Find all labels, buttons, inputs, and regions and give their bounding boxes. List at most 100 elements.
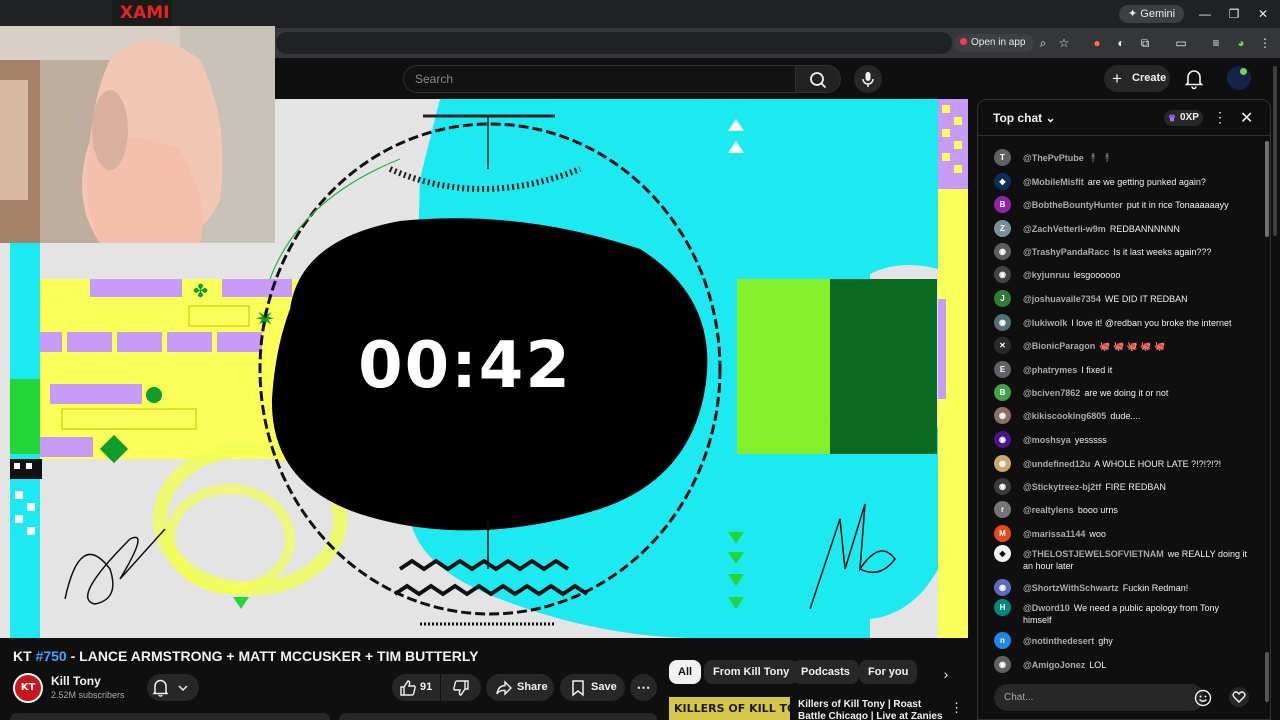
zoom-icon[interactable]: ⌕ xyxy=(1033,33,1053,53)
chat-author-avatar[interactable]: ◉ xyxy=(994,243,1011,260)
save-button[interactable]: Save xyxy=(560,674,625,701)
chat-menu-icon[interactable]: ⋮ xyxy=(1213,109,1227,126)
chat-author-avatar[interactable]: ◉ xyxy=(994,579,1011,596)
chat-author-avatar[interactable]: T xyxy=(994,149,1011,166)
chat-author-avatar[interactable]: B xyxy=(994,196,1011,213)
chat-author-name[interactable]: @joshuavaile7354 xyxy=(1023,294,1101,304)
chat-author-avatar[interactable]: ◉ xyxy=(994,266,1011,283)
bookmark-star-icon[interactable]: ☆ xyxy=(1054,33,1074,53)
chat-author-avatar[interactable]: ◉ xyxy=(994,478,1011,495)
chat-author-avatar[interactable]: ◉ xyxy=(994,431,1011,448)
extensions-puzzle-icon[interactable]: ⧉ xyxy=(1135,33,1155,53)
youtube-dot-icon xyxy=(960,38,967,45)
chat-author-avatar[interactable]: n xyxy=(994,632,1011,649)
chat-author-name[interactable]: @BionicParagon xyxy=(1023,341,1095,351)
episode-hashtag-link[interactable]: #750 xyxy=(36,648,67,664)
chat-author-avatar[interactable]: ◉ xyxy=(994,656,1011,673)
chat-author-name[interactable]: @notinthedesert xyxy=(1023,636,1094,646)
chat-author-name[interactable]: @THELOSTJEWELSOFVIETNAM xyxy=(1023,549,1164,559)
heart-reaction-button[interactable] xyxy=(1228,686,1250,708)
chat-scrollbar[interactable] xyxy=(1265,136,1270,719)
browser-menu-icon[interactable]: ⋮ xyxy=(1255,33,1275,53)
page-scroll-thumb[interactable] xyxy=(1273,66,1277,236)
chat-author-avatar[interactable]: ◆ xyxy=(994,173,1011,190)
share-button[interactable]: Share xyxy=(486,674,554,701)
recommendation-thumbnail[interactable]: KILLERS OF KILL TONY xyxy=(669,697,790,720)
chat-author-avatar[interactable]: M xyxy=(994,525,1011,542)
chat-author-name[interactable]: @Dword10 xyxy=(1023,603,1070,613)
chat-scroll-thumb-lower[interactable] xyxy=(1265,652,1269,702)
channel-name[interactable]: Kill Tony xyxy=(51,674,101,688)
chat-author-name[interactable]: @TrashyPandaRacc xyxy=(1023,247,1109,257)
plus-icon: + xyxy=(1112,69,1122,88)
cast-icon[interactable]: ▭ xyxy=(1171,33,1191,53)
chat-author-name[interactable]: @moshsya xyxy=(1023,435,1071,445)
chat-author-name[interactable]: @bciven7862 xyxy=(1023,388,1080,398)
chat-input[interactable]: Chat... xyxy=(994,684,1204,711)
search-input[interactable]: Search xyxy=(403,65,796,93)
chat-author-avatar[interactable]: ◉ xyxy=(994,407,1011,424)
chat-author-name[interactable]: @ShortzWithSchwartz xyxy=(1023,583,1119,593)
chat-author-avatar[interactable]: ✕ xyxy=(994,337,1011,354)
xp-badge[interactable]: ♛ 0XP xyxy=(1164,110,1203,126)
chat-author-avatar[interactable]: r xyxy=(994,501,1011,518)
address-bar[interactable] xyxy=(276,32,952,54)
restore-icon[interactable]: ❐ xyxy=(1225,6,1243,22)
emoji-button[interactable] xyxy=(1193,688,1213,708)
notification-bell-button[interactable] xyxy=(147,674,199,701)
like-button[interactable]: 91 xyxy=(392,674,440,701)
voice-search-button[interactable] xyxy=(854,65,882,93)
chat-author-name[interactable]: @realtylens xyxy=(1023,505,1074,515)
chat-author-name[interactable]: @ZachVetterli-w9m xyxy=(1023,224,1106,234)
reading-list-icon[interactable]: ≡ xyxy=(1206,33,1226,53)
page-scrollbar[interactable] xyxy=(1271,58,1280,720)
chip-for-you[interactable]: For you xyxy=(859,660,918,684)
chip-from-kill-tony[interactable]: From Kill Tony xyxy=(704,660,799,684)
extension-icon[interactable]: ◐ xyxy=(1111,33,1131,53)
chat-author-name[interactable]: @Stickytreez-bj2tf xyxy=(1023,482,1101,492)
chat-message-text: @joshuavaile7354 WE DID IT REDBAN xyxy=(1023,293,1249,305)
chat-author-avatar[interactable]: E xyxy=(994,361,1011,378)
chat-scroll-thumb[interactable] xyxy=(1265,141,1269,237)
chat-message-body: are we getting punked again? xyxy=(1087,177,1206,187)
recommendation-menu-icon[interactable]: ⋮ xyxy=(950,700,963,716)
notifications-button[interactable] xyxy=(1182,66,1206,90)
chip-podcasts[interactable]: Podcasts xyxy=(792,660,859,684)
chat-author-avatar[interactable]: ◉ xyxy=(994,314,1011,331)
chat-author-name[interactable]: @AmigoJonez xyxy=(1023,660,1085,670)
chat-author-name[interactable]: @kyjunruu xyxy=(1023,270,1070,280)
gemini-button[interactable]: ✦ Gemini xyxy=(1119,5,1185,23)
account-avatar[interactable] xyxy=(1227,66,1251,90)
chat-author-name[interactable]: @marissa1144 xyxy=(1023,529,1085,539)
chat-message-body: put it in rice Tonaaaaaayy xyxy=(1126,200,1229,210)
chip-next-icon[interactable]: › xyxy=(936,664,956,684)
chat-author-avatar[interactable]: J xyxy=(994,290,1011,307)
chat-author-avatar[interactable]: ◉ xyxy=(994,455,1011,472)
minimize-icon[interactable]: — xyxy=(1196,6,1214,22)
chat-author-avatar[interactable]: Z xyxy=(994,220,1011,237)
chip-all[interactable]: All xyxy=(669,660,702,684)
chat-author-name[interactable]: @ThePvPtube xyxy=(1023,153,1084,163)
channel-avatar[interactable]: KT xyxy=(13,673,43,703)
chat-author-name[interactable]: @undefined12u xyxy=(1023,459,1090,469)
chat-author-name[interactable]: @MobileMisfit xyxy=(1023,177,1084,187)
recommendation-title[interactable]: Killers of Kill Tony | Roast Battle Chic… xyxy=(798,699,948,720)
chat-author-avatar[interactable]: B xyxy=(994,384,1011,401)
top-chat-dropdown[interactable]: Top chat ⌄ xyxy=(993,111,1056,125)
chat-author-name[interactable]: @kikiscooking6805 xyxy=(1023,411,1106,421)
extension-fox-icon[interactable]: ● xyxy=(1087,33,1107,53)
chat-author-name[interactable]: @phatrymes xyxy=(1023,365,1077,375)
dislike-button[interactable] xyxy=(441,674,481,701)
chat-author-name[interactable]: @lukiwolk xyxy=(1023,318,1067,328)
create-button[interactable]: + Create xyxy=(1104,65,1170,92)
chat-message-body: A WHOLE HOUR LATE ?!?!?!?! xyxy=(1094,459,1222,469)
search-button[interactable] xyxy=(795,65,841,93)
chat-author-avatar[interactable]: H xyxy=(994,599,1011,616)
chat-author-name[interactable]: @BobtheBountyHunter xyxy=(1023,200,1123,210)
open-in-app-button[interactable]: Open in app xyxy=(954,34,1034,52)
profile-icon[interactable]: ◕ xyxy=(1231,33,1251,53)
chat-close-icon[interactable]: ✕ xyxy=(1240,108,1253,128)
close-window-icon[interactable]: ✕ xyxy=(1254,6,1272,22)
more-actions-button[interactable]: ⋯ xyxy=(630,674,657,701)
chat-author-avatar[interactable]: ◆ xyxy=(994,545,1011,562)
